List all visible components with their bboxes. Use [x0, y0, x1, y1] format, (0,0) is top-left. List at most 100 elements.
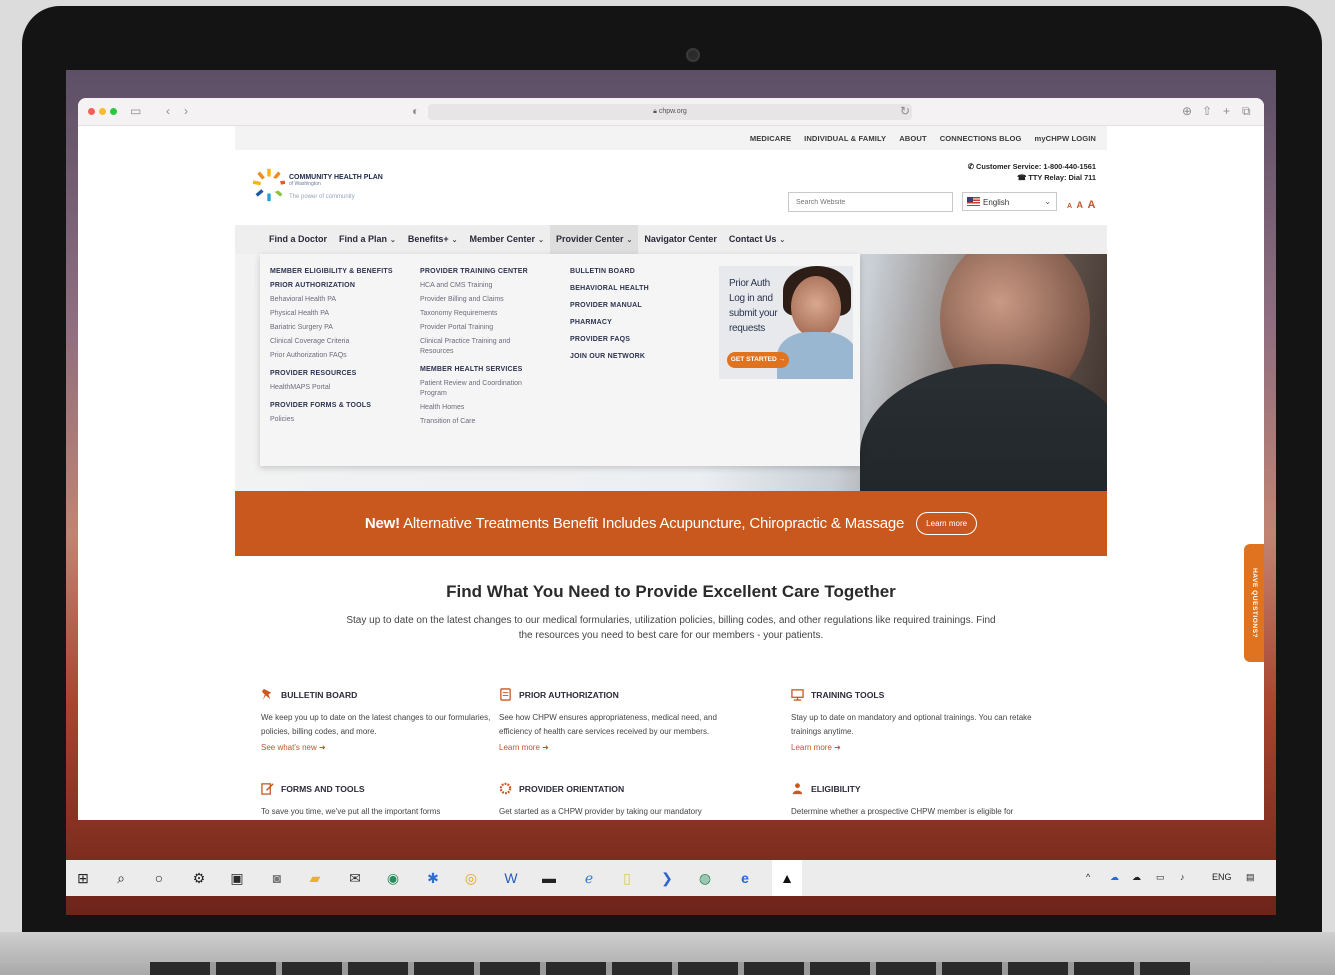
topbar-link-medicare[interactable]: MEDICARE: [750, 134, 791, 143]
edge-icon[interactable]: ◍: [696, 869, 714, 887]
card-title[interactable]: TRAINING TOOLS: [811, 690, 884, 700]
store-icon[interactable]: ▣: [228, 869, 246, 887]
card-title[interactable]: PRIOR AUTHORIZATION: [519, 690, 619, 700]
share-icon[interactable]: ⇧: [1202, 104, 1212, 118]
menu-link[interactable]: Taxonomy Requirements: [420, 310, 528, 317]
menu-link[interactable]: Provider Portal Training: [420, 324, 528, 331]
mail-icon[interactable]: ✉: [346, 869, 364, 887]
menu-heading[interactable]: PROVIDER FORMS & TOOLS: [270, 402, 393, 409]
menu-link[interactable]: Prior Authorization FAQs: [270, 352, 393, 359]
search-icon[interactable]: ⌕: [112, 869, 130, 887]
cortana-icon[interactable]: ○: [150, 869, 168, 887]
customer-service[interactable]: Customer Service: 1-800-440-1561: [976, 162, 1096, 171]
privacy-shield-icon[interactable]: ◐: [412, 104, 419, 118]
sidebar-icon[interactable]: ▭: [130, 104, 141, 118]
font-size-large[interactable]: A: [1087, 199, 1095, 211]
card-title[interactable]: PROVIDER ORIENTATION: [519, 784, 624, 794]
brand-name[interactable]: COMMUNITY HEALTH PLAN: [289, 174, 383, 181]
chrome-icon[interactable]: ◎: [462, 869, 480, 887]
menu-link[interactable]: Resources: [420, 348, 528, 355]
tabs-overview-icon[interactable]: ⧉: [1242, 104, 1251, 119]
menu-link[interactable]: HealthMAPS Portal: [270, 384, 393, 391]
file-explorer-icon[interactable]: ▰: [306, 869, 324, 887]
topbar-link-about[interactable]: ABOUT: [899, 134, 927, 143]
new-tab-icon[interactable]: +: [1223, 104, 1230, 118]
card-link[interactable]: Learn more ➜: [791, 743, 1051, 752]
menu-heading[interactable]: PHARMACY: [570, 319, 649, 326]
menu-heading[interactable]: PROVIDER MANUAL: [570, 302, 649, 309]
menu-heading[interactable]: PROVIDER TRAINING CENTER: [420, 268, 528, 275]
topbar-link-login[interactable]: myCHPW LOGIN: [1034, 134, 1096, 143]
nav-navigator-center[interactable]: Navigator Center: [638, 225, 723, 254]
internet-explorer-icon[interactable]: ℯ: [580, 869, 598, 887]
word-icon[interactable]: W: [502, 869, 520, 887]
close-window-button[interactable]: [88, 108, 95, 115]
chpw-logo-icon[interactable]: [252, 168, 286, 202]
notes-icon[interactable]: ▯: [618, 869, 636, 887]
zoom-window-button[interactable]: [110, 108, 117, 115]
menu-link[interactable]: Clinical Coverage Criteria: [270, 338, 393, 345]
menu-link[interactable]: Program: [420, 390, 528, 397]
terminal-icon[interactable]: ▬: [540, 869, 558, 887]
menu-heading[interactable]: MEMBER HEALTH SERVICES: [420, 366, 528, 373]
windows-start-icon[interactable]: ⊞: [74, 869, 92, 887]
settings-gear-icon[interactable]: ⚙: [190, 869, 208, 887]
nav-member-center[interactable]: Member Center ⌄: [464, 225, 550, 254]
powershell-icon[interactable]: ❯: [658, 869, 676, 887]
reload-icon[interactable]: ↻: [900, 104, 910, 118]
cloud-icon[interactable]: ☁: [1132, 872, 1141, 883]
tty-relay[interactable]: TTY Relay: Dial 711: [1028, 173, 1096, 182]
menu-link[interactable]: Clinical Practice Training and: [420, 338, 528, 345]
topbar-link-blog[interactable]: CONNECTIONS BLOG: [940, 134, 1022, 143]
search-input[interactable]: [788, 192, 953, 212]
menu-heading[interactable]: PRIOR AUTHORIZATION: [270, 282, 393, 289]
card-title[interactable]: FORMS AND TOOLS: [281, 784, 365, 794]
prior-auth-promo[interactable]: Prior Auth Log in and submit your reques…: [719, 266, 853, 379]
photos-icon[interactable]: ▲: [778, 869, 796, 887]
card-link[interactable]: Learn more ➜: [499, 743, 751, 752]
minimize-window-button[interactable]: [99, 108, 106, 115]
menu-link[interactable]: HCA and CMS Training: [420, 282, 528, 289]
ie-icon[interactable]: e: [736, 869, 754, 887]
menu-link[interactable]: Policies: [270, 416, 393, 423]
banner-learn-more-button[interactable]: Learn more: [916, 512, 978, 535]
menu-heading[interactable]: MEMBER ELIGIBILITY & BENEFITS: [270, 268, 393, 275]
menu-link[interactable]: Physical Health PA: [270, 310, 393, 317]
browser-edge-legacy-icon[interactable]: ◉: [384, 869, 402, 887]
menu-heading[interactable]: BEHAVIORAL HEALTH: [570, 285, 649, 292]
have-questions-tab[interactable]: HAVE QUESTIONS?: [1244, 544, 1264, 662]
menu-link[interactable]: Behavioral Health PA: [270, 296, 393, 303]
app-icon[interactable]: ✱: [424, 869, 442, 887]
address-bar[interactable]: 🔒︎ chpw.org: [428, 104, 912, 120]
nav-find-doctor[interactable]: Find a Doctor: [263, 225, 333, 254]
download-icon[interactable]: ⊕: [1182, 104, 1192, 118]
nav-provider-center[interactable]: Provider Center ⌄: [549, 225, 639, 254]
menu-link[interactable]: Provider Billing and Claims: [420, 296, 528, 303]
forward-icon[interactable]: ›: [184, 104, 188, 118]
menu-heading[interactable]: JOIN OUR NETWORK: [570, 353, 649, 360]
nav-benefits[interactable]: Benefits+ ⌄: [402, 225, 464, 254]
network-icon[interactable]: ▭: [1156, 872, 1165, 883]
menu-link[interactable]: Health Homes: [420, 404, 528, 411]
back-icon[interactable]: ‹: [166, 104, 170, 118]
onedrive-icon[interactable]: ☁: [1110, 872, 1119, 883]
notifications-icon[interactable]: ▤: [1246, 872, 1255, 883]
menu-link[interactable]: Transition of Care: [420, 418, 528, 425]
language-indicator[interactable]: ENG: [1212, 872, 1232, 882]
volume-icon[interactable]: ♪: [1180, 872, 1185, 882]
menu-heading[interactable]: PROVIDER RESOURCES: [270, 370, 393, 377]
card-title[interactable]: BULLETIN BOARD: [281, 690, 357, 700]
menu-heading[interactable]: PROVIDER FAQS: [570, 336, 649, 343]
menu-link[interactable]: Bariatric Surgery PA: [270, 324, 393, 331]
language-select[interactable]: English ⌄: [962, 192, 1057, 211]
nav-find-plan[interactable]: Find a Plan ⌄: [333, 225, 402, 254]
font-size-medium[interactable]: A: [1077, 200, 1084, 210]
menu-link[interactable]: Patient Review and Coordination: [420, 380, 528, 387]
menu-heading[interactable]: BULLETIN BOARD: [570, 268, 649, 275]
card-link[interactable]: See what's new ➜: [261, 743, 491, 752]
topbar-link-individual-family[interactable]: INDIVIDUAL & FAMILY: [804, 134, 886, 143]
font-size-small[interactable]: A: [1067, 203, 1072, 210]
card-title[interactable]: ELIGIBILITY: [811, 784, 861, 794]
camera-icon[interactable]: ◙: [268, 869, 286, 887]
chevron-up-icon[interactable]: ^: [1086, 872, 1090, 882]
